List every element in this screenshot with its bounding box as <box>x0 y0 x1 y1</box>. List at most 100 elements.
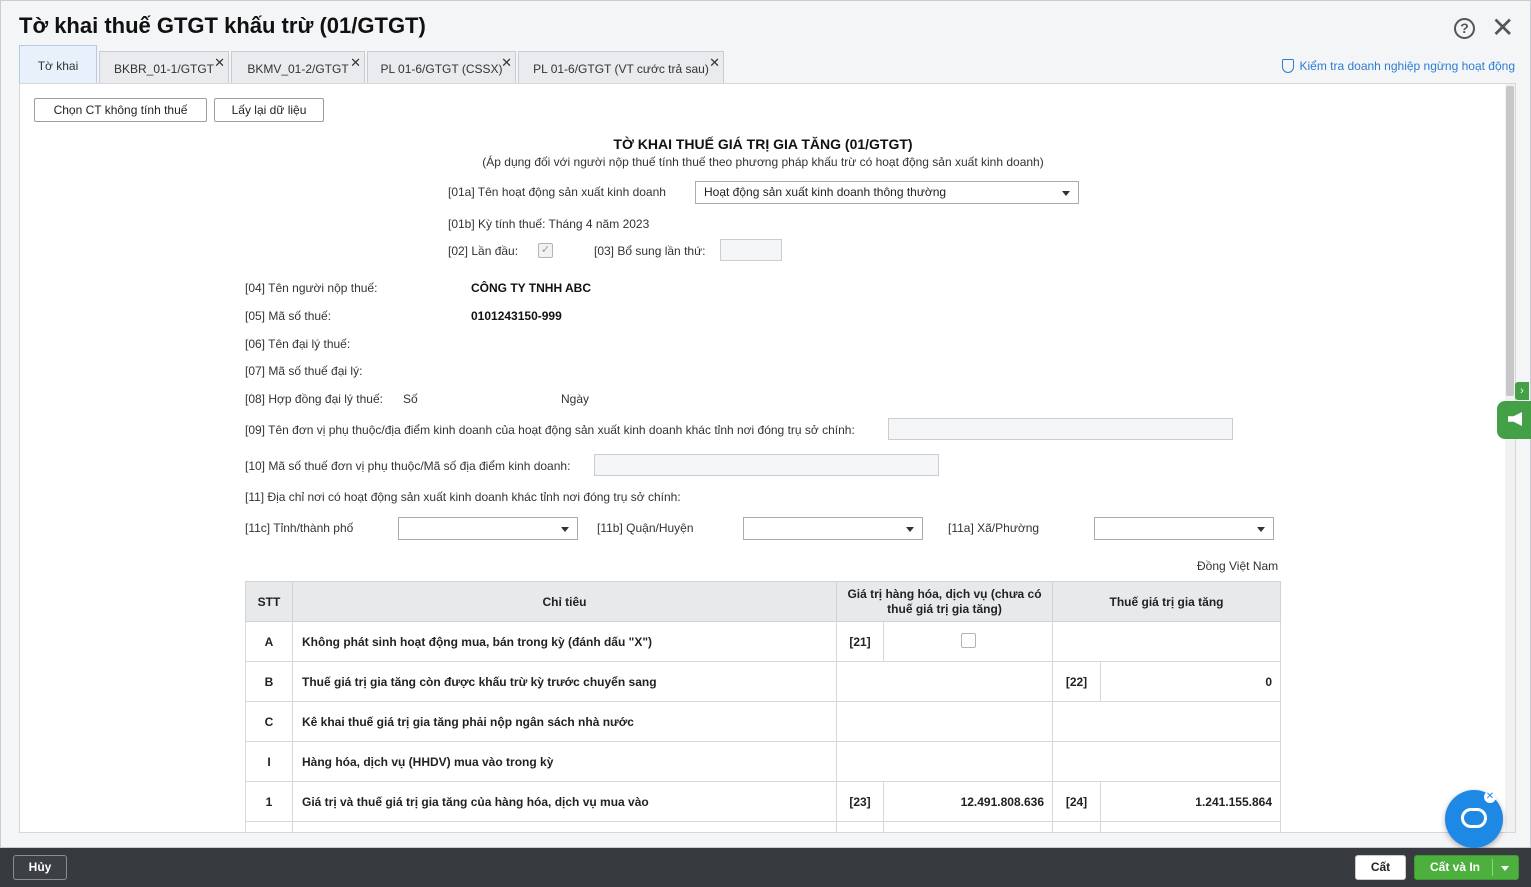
reload-data-button[interactable]: Lấy lại dữ liệu <box>214 98 324 122</box>
close-tab-icon[interactable]: ✕ <box>214 46 225 80</box>
close-tab-icon[interactable]: ✕ <box>501 46 512 80</box>
header-stt: STT <box>245 581 293 622</box>
help-icon[interactable]: ? <box>1454 18 1475 39</box>
chat-button[interactable]: ✕ <box>1445 790 1503 848</box>
chevron-down-icon[interactable] <box>1501 866 1509 871</box>
table-row: B Thuế giá trị gia tăng còn được khấu tr… <box>245 661 1282 702</box>
empty-cell <box>836 701 1053 742</box>
megaphone-icon[interactable] <box>1497 401 1531 439</box>
row-chitieu: Thuế giá trị gia tăng còn được khấu trừ … <box>292 661 837 702</box>
f01b-period: [01b] Kỳ tính thuế: Tháng 4 năm 2023 <box>448 217 650 231</box>
f03-label: [03] Bổ sung lần thứ: <box>594 244 706 258</box>
empty-cell <box>836 661 1053 702</box>
empty-cell <box>1051 621 1282 662</box>
header-giatri: Giá trị hàng hóa, dịch vụ (chưa có thuế … <box>836 581 1053 622</box>
f11-label: [11] Địa chỉ nơi có hoạt động sản xuất k… <box>245 490 681 504</box>
row-stt: C <box>245 701 293 742</box>
form-subtitle: (Áp dụng đối với người nộp thuế tính thu… <box>482 155 1044 169</box>
empty-cell <box>1051 701 1282 742</box>
table-row: I Hàng hóa, dịch vụ (HHDV) mua vào trong… <box>245 741 1282 782</box>
f06-label: [06] Tên đại lý thuế: <box>245 337 351 351</box>
form-title: TỜ KHAI THUẾ GIÁ TRỊ GIA TĂNG (01/GTGT) <box>613 136 913 152</box>
header-chitieu: Chỉ tiêu <box>292 581 837 622</box>
row-stt: 1 <box>245 781 293 822</box>
table-header-row: STT Chỉ tiêu Giá trị hàng hóa, dịch vụ (… <box>245 581 1282 622</box>
f11c-label: [11c] Tỉnh/thành phố <box>245 521 354 535</box>
ward-select[interactable] <box>1094 517 1274 540</box>
f08-label: [08] Hợp đồng đại lý thuế: <box>245 392 383 406</box>
taxpayer-name: CÔNG TY TNHH ABC <box>471 281 591 295</box>
row-code: [22] <box>1052 661 1101 702</box>
f08-ngay-label: Ngày <box>561 392 590 406</box>
row-stt: B <box>245 661 293 702</box>
scroll-thumb[interactable] <box>1506 86 1514 396</box>
dependent-unit-name-input[interactable] <box>888 418 1233 440</box>
f02-label: [02] Lần đầu: <box>448 244 519 258</box>
f08-so-label: Số <box>403 392 418 406</box>
value-24-input[interactable]: 1.241.155.864 <box>1099 781 1282 822</box>
province-select[interactable] <box>398 517 578 540</box>
form-content: Chọn CT không tính thuế Lấy lại dữ liệu … <box>19 83 1516 833</box>
check-business-link[interactable]: Kiểm tra doanh nghiệp ngừng hoạt động <box>1282 59 1515 73</box>
declaration-table: STT Chỉ tiêu Giá trị hàng hóa, dịch vụ (… <box>245 581 1282 832</box>
activity-select[interactable]: Hoạt động sản xuất kinh doanh thông thườ… <box>695 181 1079 204</box>
shield-icon <box>1282 59 1295 73</box>
chevron-right-icon[interactable]: › <box>1515 382 1529 400</box>
close-chat-icon[interactable]: ✕ <box>1484 791 1496 803</box>
value-22-input[interactable]: 0 <box>1099 661 1282 702</box>
close-tab-icon[interactable]: ✕ <box>709 46 720 80</box>
chevron-down-icon <box>1257 527 1265 532</box>
f11b-label: [11b] Quận/Huyện <box>597 521 694 535</box>
f04-label: [04] Tên người nộp thuế: <box>245 281 378 295</box>
f01a-label: [01a] Tên hoạt động sản xuất kinh doanh <box>448 185 666 199</box>
close-tab-icon[interactable]: ✕ <box>350 46 361 80</box>
row-code: [21] <box>836 621 884 662</box>
supplement-number-input[interactable] <box>720 239 782 261</box>
tab-to-khai[interactable]: Tờ khai <box>19 45 97 83</box>
dialog-title: Tờ khai thuế GTGT khấu trừ (01/GTGT) <box>19 13 426 38</box>
f09-label: [09] Tên đơn vị phụ thuộc/địa điểm kinh … <box>245 423 855 437</box>
save-and-print-button[interactable]: Cất và In <box>1414 855 1519 880</box>
tab-pl-cssx[interactable]: PL 01-6/GTGT (CSSX) ✕ <box>367 51 516 83</box>
save-button[interactable]: Cất <box>1355 855 1406 880</box>
chevron-down-icon <box>1062 191 1070 196</box>
table-row: A Không phát sinh hoạt động mua, bán tro… <box>245 621 1282 662</box>
dialog-window: Tờ khai thuế GTGT khấu trừ (01/GTGT) ? ✕… <box>0 0 1531 848</box>
row-stt: A <box>245 621 293 662</box>
f05-label: [05] Mã số thuế: <box>245 309 332 323</box>
tab-pl-vt[interactable]: PL 01-6/GTGT (VT cước trả sau) ✕ <box>518 51 724 83</box>
cancel-button[interactable]: Hủy <box>13 855 67 880</box>
no-activity-cell <box>883 621 1053 662</box>
tab-bkmv[interactable]: BKMV_01-2/GTGT ✕ <box>231 51 365 83</box>
chevron-down-icon <box>906 527 914 532</box>
row-stt: I <box>245 741 293 782</box>
row-chitieu: Giá trị và thuế giá trị gia tăng của hàn… <box>292 781 837 822</box>
header-thue: Thuế giá trị gia tăng <box>1051 581 1282 622</box>
chevron-down-icon <box>561 527 569 532</box>
no-activity-checkbox[interactable] <box>960 632 976 648</box>
f10-label: [10] Mã số thuế đơn vị phụ thuộc/Mã số đ… <box>245 459 571 473</box>
table-row: 1 Giá trị và thuế giá trị gia tăng của h… <box>245 781 1282 822</box>
first-time-checkbox[interactable]: ✓ <box>538 243 553 258</box>
vertical-scrollbar[interactable] <box>1505 84 1515 832</box>
empty-cell <box>836 741 1053 782</box>
close-icon[interactable]: ✕ <box>1491 14 1514 42</box>
row-chitieu: Kê khai thuế giá trị gia tăng phải nộp n… <box>292 701 837 742</box>
row-code: [24] <box>1052 781 1101 822</box>
tax-code: 0101243150-999 <box>471 309 562 323</box>
dependent-unit-tax-code-input[interactable] <box>594 454 939 476</box>
row-chitieu: Không phát sinh hoạt động mua, bán trong… <box>292 621 837 662</box>
choose-non-taxable-button[interactable]: Chọn CT không tính thuế <box>34 98 207 122</box>
row-chitieu: Hàng hóa, dịch vụ (HHDV) mua vào trong k… <box>292 741 837 782</box>
table-row <box>245 821 1282 832</box>
row-code: [23] <box>836 781 884 822</box>
district-select[interactable] <box>743 517 923 540</box>
empty-cell <box>1051 741 1282 782</box>
f07-label: [07] Mã số thuế đại lý: <box>245 364 363 378</box>
f11a-label: [11a] Xã/Phường <box>948 521 1040 535</box>
currency-label: Đồng Việt Nam <box>1197 559 1279 573</box>
bottom-action-bar: Hủy Cất Cất và In <box>0 848 1531 887</box>
chat-bubble-icon <box>1461 808 1487 828</box>
tab-bkbr[interactable]: BKBR_01-1/GTGT ✕ <box>99 51 229 83</box>
value-23-input[interactable]: 12.491.808.636 <box>883 781 1053 822</box>
